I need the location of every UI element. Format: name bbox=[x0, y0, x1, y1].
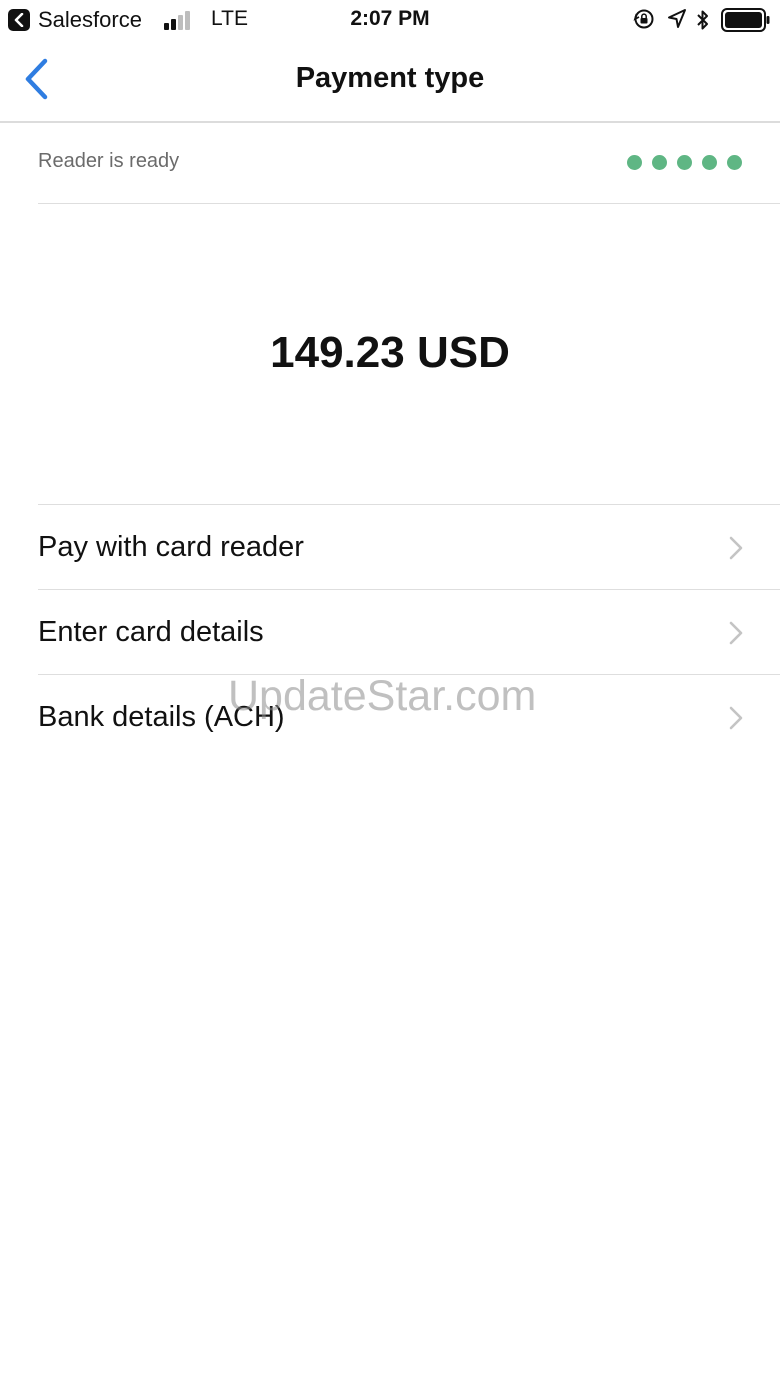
reader-status-row: Reader is ready bbox=[38, 123, 780, 204]
chevron-right-icon bbox=[729, 706, 743, 730]
option-label: Bank details (ACH) bbox=[38, 701, 285, 733]
payment-options-list: Pay with card reader Enter card details … bbox=[38, 504, 780, 759]
navigation-bar: Payment type bbox=[0, 40, 780, 123]
reader-dot bbox=[652, 155, 667, 170]
page-title: Payment type bbox=[295, 62, 485, 94]
status-bar: Salesforce LTE 2:07 PM bbox=[0, 0, 780, 40]
location-icon bbox=[668, 9, 686, 28]
reader-status-text: Reader is ready bbox=[38, 150, 180, 172]
option-label: Enter card details bbox=[38, 616, 264, 648]
chevron-right-icon bbox=[729, 536, 743, 560]
reader-dot bbox=[702, 155, 717, 170]
reader-dot bbox=[677, 155, 692, 170]
reader-dot bbox=[627, 155, 642, 170]
reader-status-indicator bbox=[627, 155, 742, 170]
status-time: 2:07 PM bbox=[350, 7, 430, 30]
chevron-right-icon bbox=[729, 621, 743, 645]
bluetooth-icon bbox=[697, 10, 708, 30]
payment-amount: 149.23 USD bbox=[270, 328, 510, 377]
option-label: Pay with card reader bbox=[38, 531, 304, 563]
option-bank-details-ach[interactable]: Bank details (ACH) bbox=[38, 675, 780, 759]
reader-dot bbox=[727, 155, 742, 170]
orientation-lock-icon bbox=[633, 9, 654, 29]
battery-icon bbox=[721, 8, 770, 32]
option-pay-with-card-reader[interactable]: Pay with card reader bbox=[38, 505, 780, 590]
option-enter-card-details[interactable]: Enter card details bbox=[38, 590, 780, 675]
